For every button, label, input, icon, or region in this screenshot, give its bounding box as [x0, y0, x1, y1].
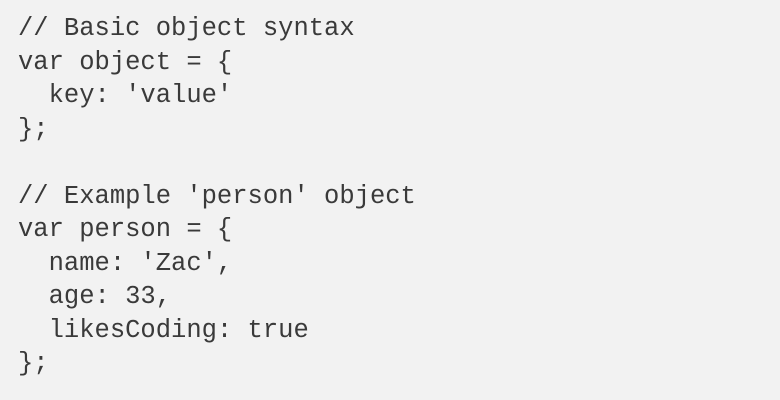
code-snippet: // Basic object syntax var object = { ke…: [0, 0, 780, 400]
code-comment-basic-syntax: // Basic object syntax: [18, 14, 355, 43]
code-line-object-close: };: [18, 114, 49, 144]
code-line-person-declaration: var person = {: [18, 215, 233, 244]
code-comment-person-example: // Example 'person' object: [18, 181, 416, 211]
code-line-likescoding-property: likesCoding: true: [18, 315, 309, 345]
code-line-key-value: key: 'value': [18, 81, 233, 110]
code-line-name-property: name: 'Zac',: [18, 248, 233, 278]
code-line-person-close: };: [18, 349, 49, 378]
code-line-object-declaration: var object = {: [18, 47, 233, 77]
code-line-age-property: age: 33,: [18, 282, 172, 311]
